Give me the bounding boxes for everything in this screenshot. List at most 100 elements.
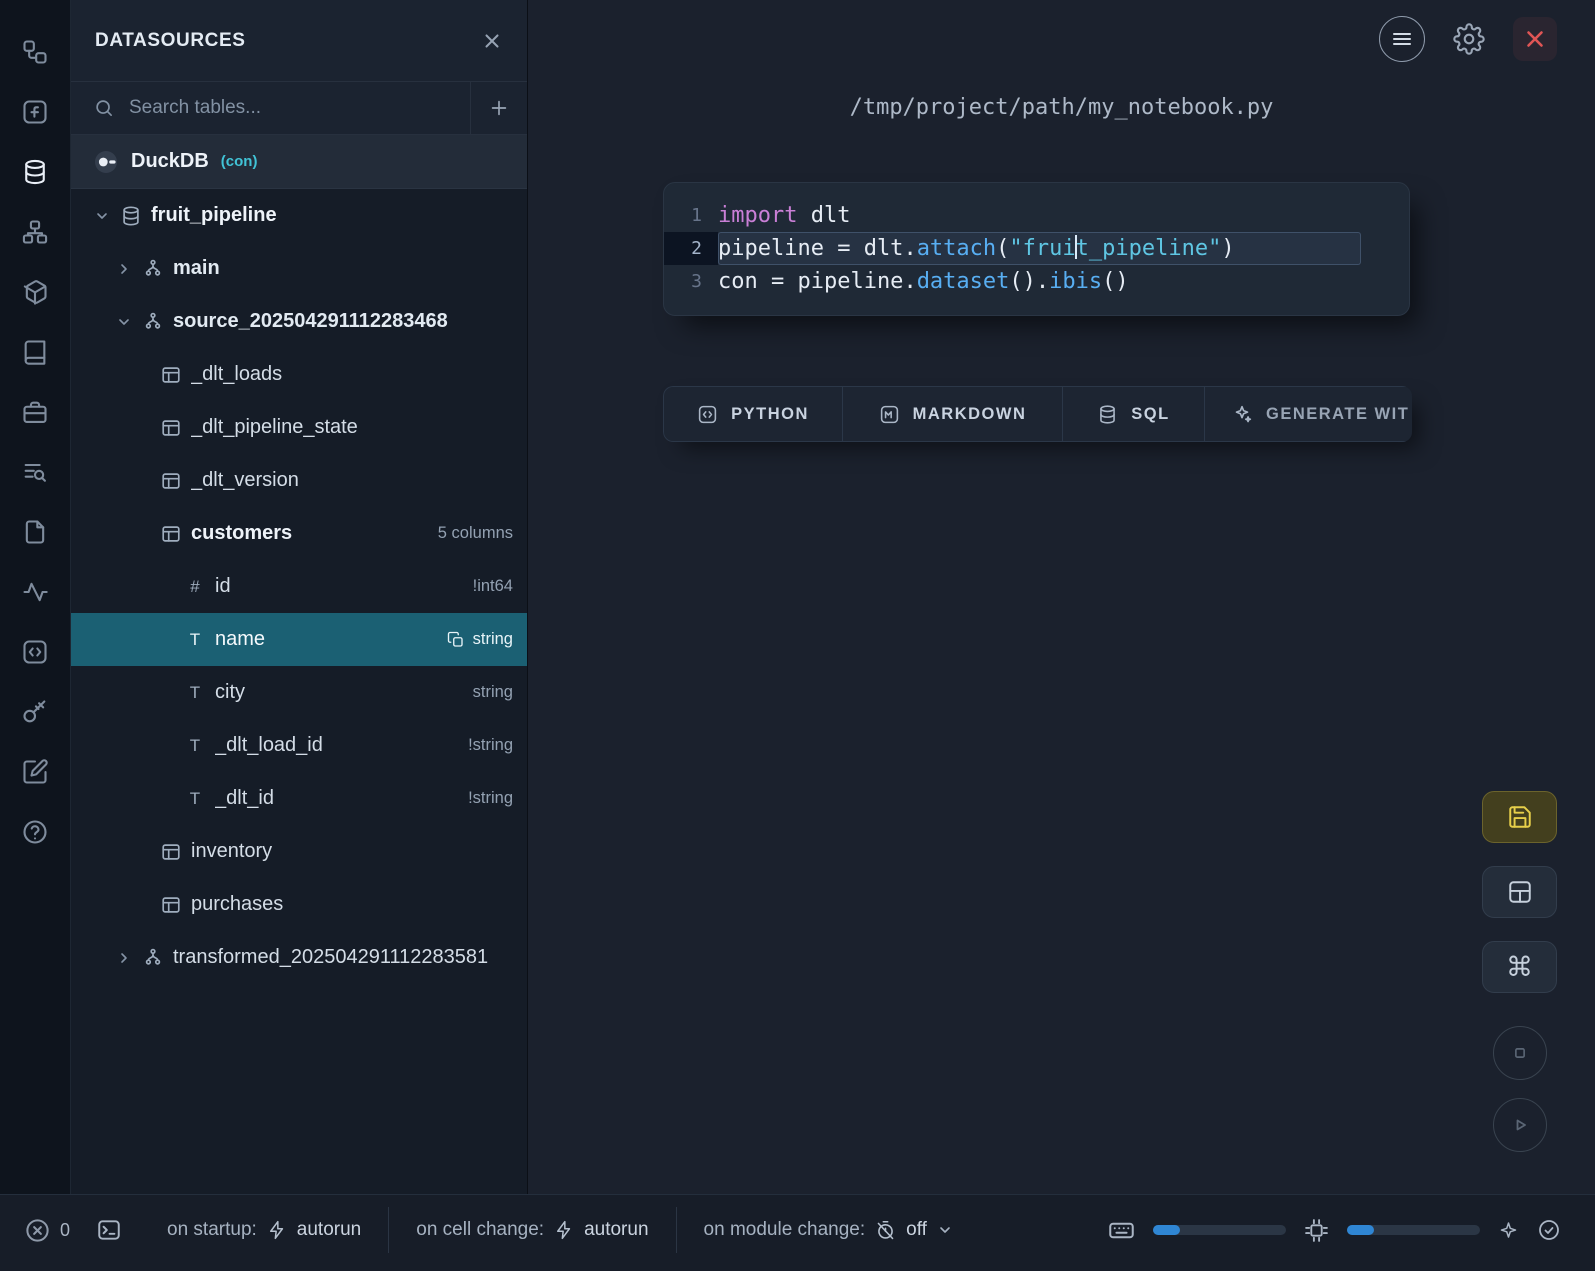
hierarchy-icon[interactable] [21,218,49,246]
tree-row-column-id[interactable]: # id !int64 [71,560,527,613]
add-markdown-cell-button[interactable]: MARKDOWN [843,386,1063,442]
chip-slider[interactable] [1347,1225,1480,1235]
toolbox-icon[interactable] [21,398,49,426]
code-line[interactable]: 3 con = pipeline.dataset().ibis() [664,265,1409,298]
code-square-icon[interactable] [21,638,49,666]
tree-row-column-city[interactable]: T city string [71,666,527,719]
tree-row-schema-transformed[interactable]: transformed_202504291112283581 [71,931,527,984]
tree-label: _dlt_pipeline_state [191,416,513,439]
tree-row-table-inventory[interactable]: inventory [71,825,527,878]
zap-icon [267,1220,287,1240]
layout-toggle-button[interactable] [1482,866,1557,918]
tree-row-schema-source[interactable]: source_202504291112283468 [71,295,527,348]
setting-label: on module change: [704,1219,866,1241]
text-column-icon: T [183,683,207,703]
tree-icon[interactable] [21,38,49,66]
markdown-icon [879,404,900,425]
tree-row-table-dlt-loads[interactable]: _dlt_loads [71,348,527,401]
connection-name: DuckDB [131,150,209,173]
settings-gear-icon[interactable] [1452,22,1486,56]
error-indicator[interactable]: 0 [24,1217,70,1244]
keyboard-slider[interactable] [1153,1225,1286,1235]
file-icon[interactable] [21,518,49,546]
add-connection-button[interactable] [470,82,527,134]
tree-row-table-customers[interactable]: customers 5 columns [71,507,527,560]
tree-row-table-dlt-pipeline-state[interactable]: _dlt_pipeline_state [71,401,527,454]
text-column-icon: T [183,736,207,756]
slider-thumb[interactable] [1347,1225,1374,1235]
package-icon[interactable] [21,278,49,306]
list-search-icon[interactable] [21,458,49,486]
add-sql-cell-button[interactable]: SQL [1063,386,1205,442]
run-button[interactable] [1493,1098,1547,1152]
generate-with-ai-button[interactable]: GENERATE WIT [1205,386,1412,442]
panel-title: DATASOURCES [95,30,481,52]
code-line-active[interactable]: 2 pipeline = dlt.attach("fruit_pipeline"… [664,232,1409,265]
code-line[interactable]: 1 import dlt [664,199,1409,232]
text-cursor [1075,235,1077,259]
table-icon [159,894,183,916]
code-text[interactable]: con = pipeline.dataset().ibis() [718,265,1409,298]
close-panel-icon[interactable] [481,30,503,52]
tree-row-column-dlt-id[interactable]: T _dlt_id !string [71,772,527,825]
tree-row-database-fruit-pipeline[interactable]: fruit_pipeline [71,189,527,242]
table-icon [159,523,183,545]
function-icon[interactable] [21,98,49,126]
add-python-cell-button[interactable]: PYTHON [663,386,843,442]
book-icon[interactable] [21,338,49,366]
tree-row-column-dlt-load-id[interactable]: T _dlt_load_id !string [71,719,527,772]
line-number: 2 [664,232,718,265]
datasource-tree: fruit_pipeline main source_2025042911122… [71,189,527,984]
chevron-right-icon[interactable] [115,950,133,966]
menu-icon[interactable] [1379,16,1425,62]
check-circle-icon[interactable] [1537,1218,1561,1242]
error-count: 0 [60,1220,70,1241]
search-input[interactable] [129,97,470,119]
status-bar: 0 on startup: autorun on cell change: au… [0,1194,1595,1271]
on-startup-setting[interactable]: on startup: autorun [140,1207,388,1253]
activity-icon[interactable] [21,578,49,606]
error-circle-icon [24,1217,51,1244]
copy-icon[interactable] [447,631,465,649]
column-type: string [473,630,513,649]
column-type: !string [468,736,513,755]
save-button[interactable] [1482,791,1557,843]
help-icon[interactable] [21,818,49,846]
code-cell[interactable]: 1 import dlt 2 pipeline = dlt.attach("fr… [663,182,1410,316]
edit-square-icon[interactable] [21,758,49,786]
sparkle-icon[interactable] [1498,1220,1519,1241]
tree-row-table-dlt-version[interactable]: _dlt_version [71,454,527,507]
top-actions [1379,16,1557,62]
command-icon: ⌘ [1506,954,1533,981]
setting-value: autorun [584,1219,648,1241]
on-module-change-setting[interactable]: on module change: off [676,1207,980,1253]
chevron-down-icon[interactable] [93,208,111,224]
terminal-icon[interactable] [96,1217,122,1243]
tree-label: id [215,575,465,598]
chevron-down-icon[interactable] [115,314,133,330]
code-text[interactable]: import dlt [718,199,1409,232]
notebook-filepath[interactable]: /tmp/project/path/my_notebook.py [528,95,1595,120]
close-icon[interactable] [1513,17,1557,61]
code-text[interactable]: pipeline = dlt.attach("fruit_pipeline") [718,232,1361,265]
command-palette-button[interactable]: ⌘ [1482,941,1557,993]
tree-row-table-purchases[interactable]: purchases [71,878,527,931]
panel-header: DATASOURCES [71,0,527,82]
database-icon [1097,404,1118,425]
key-icon[interactable] [21,698,49,726]
tree-row-schema-main[interactable]: main [71,242,527,295]
activity-bar [0,0,71,1194]
schema-icon [141,258,165,280]
add-cell-button-row: PYTHON MARKDOWN SQL GENERATE WIT [663,386,1412,442]
tree-label: fruit_pipeline [151,204,513,227]
tree-row-column-name[interactable]: T name string [71,613,527,666]
connection-row[interactable]: DuckDB (con) [71,135,527,189]
chevron-right-icon[interactable] [115,261,133,277]
column-type: !int64 [473,577,513,596]
on-cell-change-setting[interactable]: on cell change: autorun [388,1207,675,1253]
database-icon[interactable] [21,158,49,186]
datasources-panel: DATASOURCES DuckDB (con) fruit_pipeline … [71,0,528,1194]
slider-thumb[interactable] [1153,1225,1180,1235]
interrupt-button[interactable] [1493,1026,1547,1080]
tree-label: source_202504291112283468 [173,310,513,333]
